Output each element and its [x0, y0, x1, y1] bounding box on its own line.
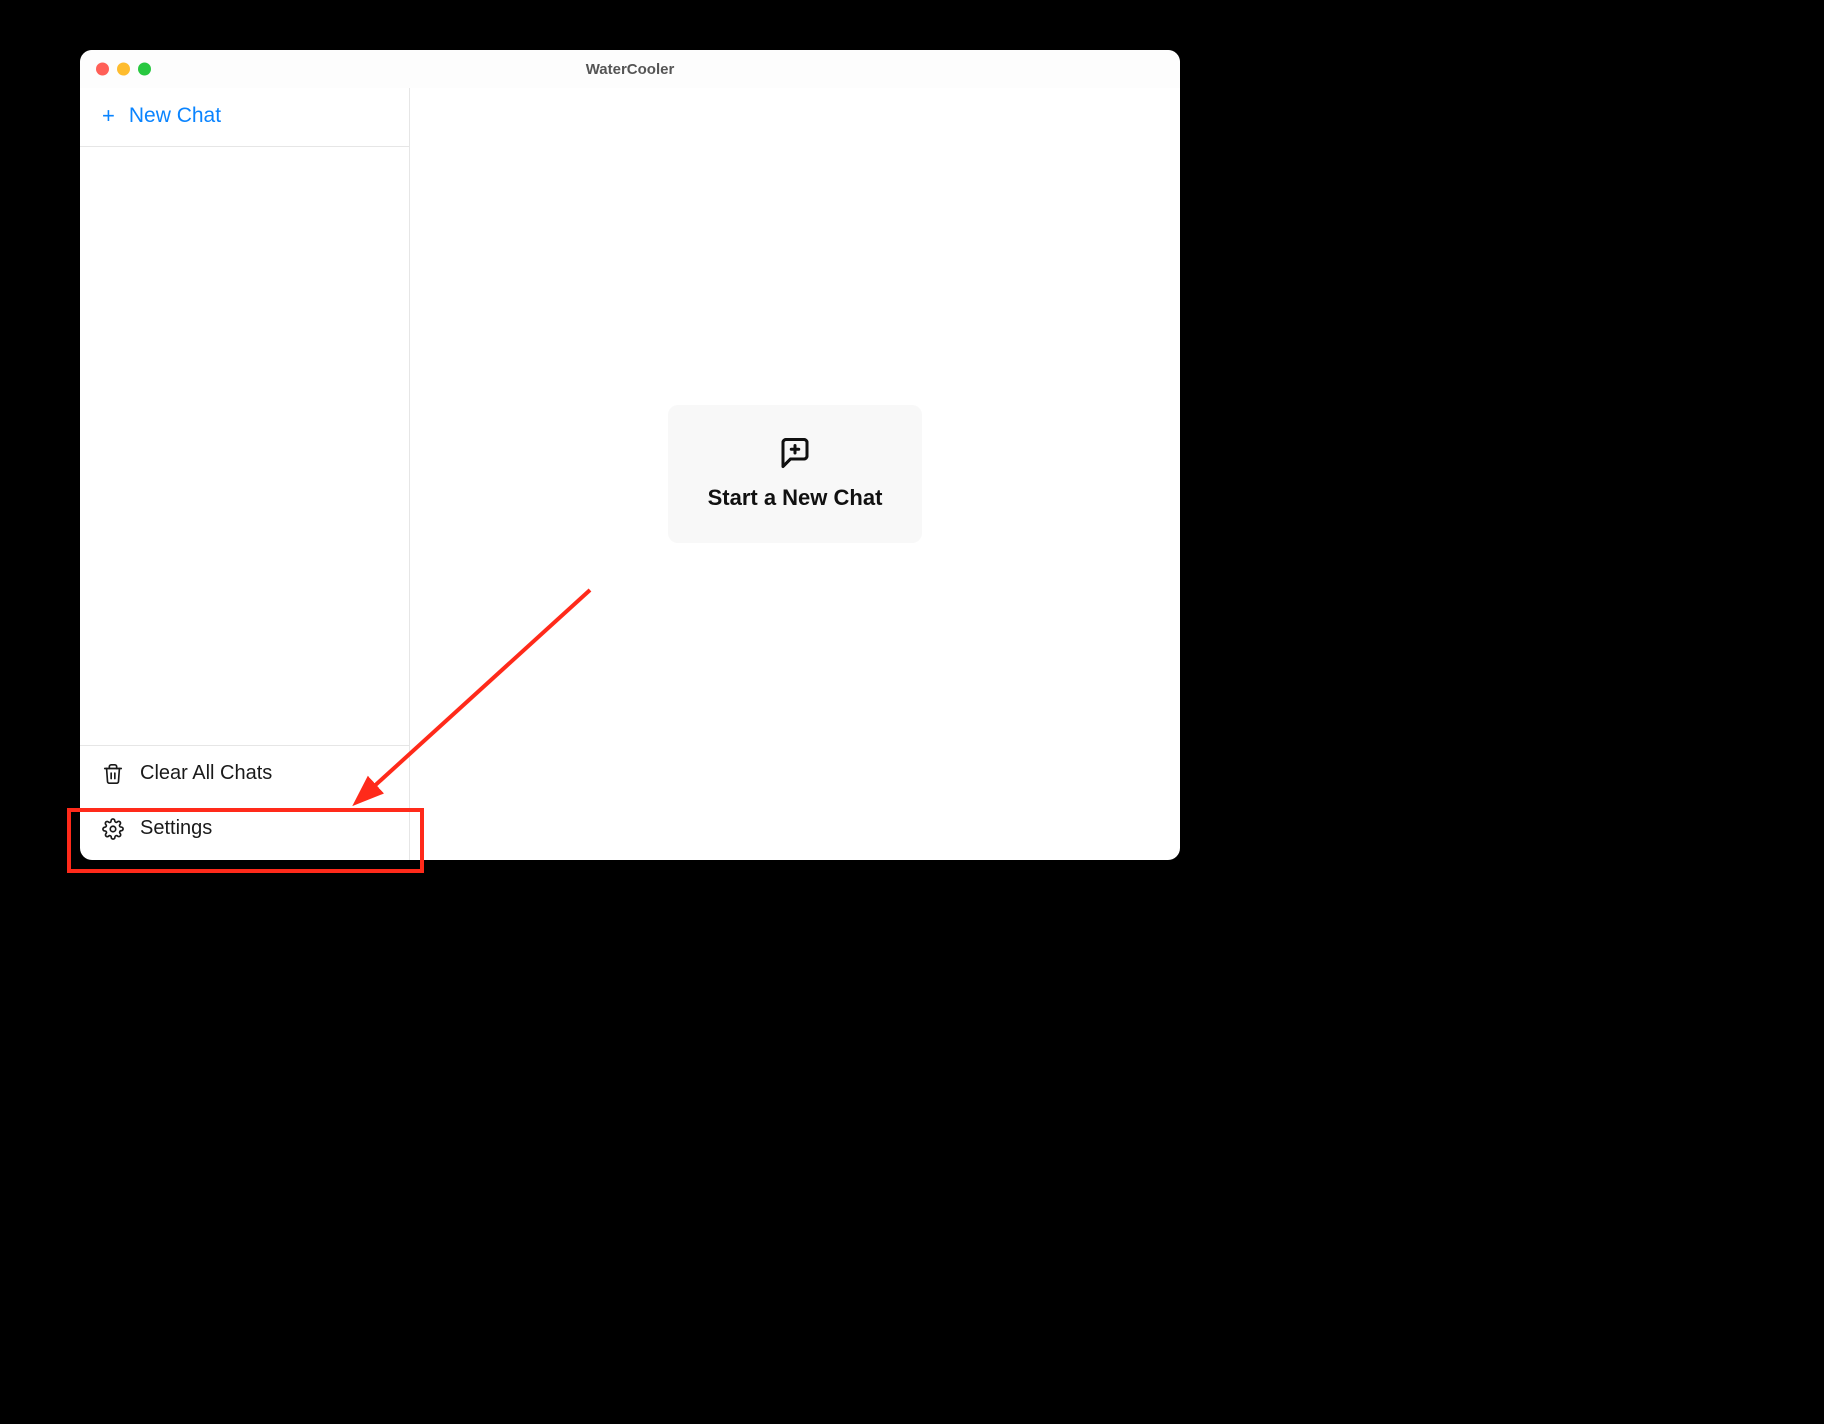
- main-area: Start a New Chat: [410, 88, 1180, 860]
- settings-label: Settings: [140, 817, 212, 840]
- gear-icon: [102, 818, 124, 840]
- trash-icon: [102, 763, 124, 785]
- new-chat-button[interactable]: + New Chat: [80, 88, 409, 147]
- chat-plus-icon: [777, 435, 813, 471]
- start-new-chat-card[interactable]: Start a New Chat: [668, 405, 923, 543]
- plus-icon: +: [102, 105, 115, 127]
- maximize-button[interactable]: [138, 63, 151, 76]
- minimize-button[interactable]: [117, 63, 130, 76]
- new-chat-label: New Chat: [129, 104, 221, 128]
- clear-all-chats-button[interactable]: Clear All Chats: [80, 746, 409, 801]
- chat-list-empty: [80, 147, 409, 745]
- titlebar: WaterCooler: [80, 50, 1180, 88]
- window-title: WaterCooler: [586, 61, 675, 78]
- sidebar-bottom: Clear All Chats Settings: [80, 745, 409, 860]
- traffic-lights: [96, 63, 151, 76]
- settings-button[interactable]: Settings: [80, 801, 409, 860]
- start-new-chat-label: Start a New Chat: [708, 485, 883, 511]
- close-button[interactable]: [96, 63, 109, 76]
- content: + New Chat Clear All Chats: [80, 88, 1180, 860]
- clear-all-chats-label: Clear All Chats: [140, 762, 272, 785]
- sidebar: + New Chat Clear All Chats: [80, 88, 410, 860]
- app-window: WaterCooler + New Chat Clear All Cha: [80, 50, 1180, 860]
